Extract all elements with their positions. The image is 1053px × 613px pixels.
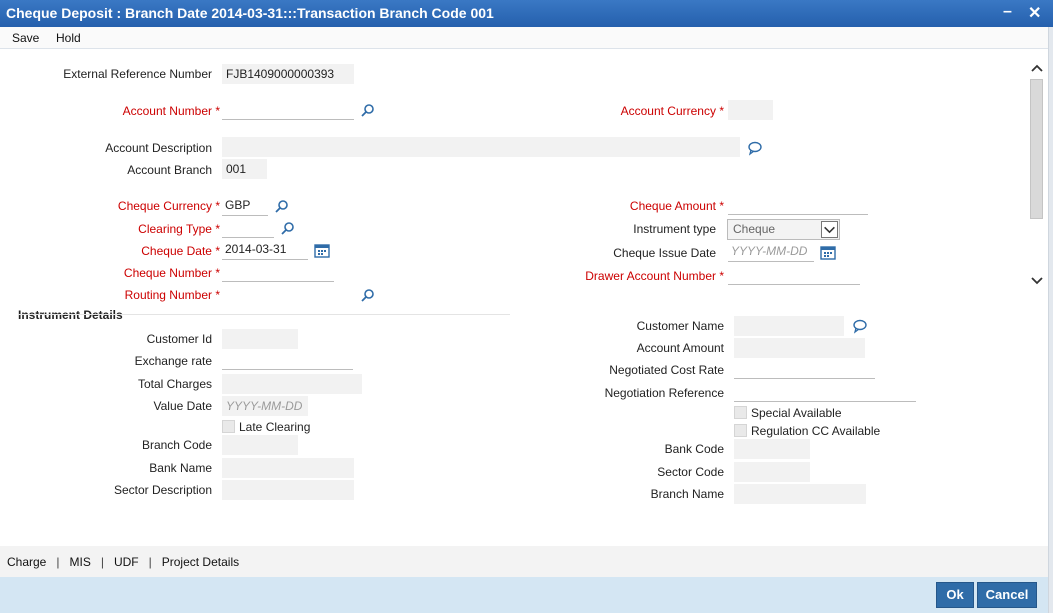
drawer-account-number-label: Drawer Account Number [585, 269, 724, 283]
customer-id-field[interactable] [222, 329, 298, 349]
late-clearing-label: Late Clearing [239, 420, 311, 434]
external-reference-number-field[interactable]: FJB1409000000393 [222, 64, 354, 84]
account-number-label: Account Number [123, 104, 220, 118]
minimize-button[interactable]: – [1003, 3, 1012, 21]
account-branch-field[interactable]: 001 [222, 159, 267, 179]
tab-separator: | [56, 555, 60, 569]
customer-name-comment-icon[interactable] [852, 318, 868, 334]
cheque-deposit-form: External Reference Number FJB14090000003… [0, 49, 1028, 546]
cheque-currency-search-icon[interactable] [274, 199, 290, 215]
bottom-tab-bar: Charge | MIS | UDF | Project Details [0, 546, 1048, 577]
total-charges-label: Total Charges [137, 377, 212, 391]
cheque-date-calendar-icon[interactable] [314, 243, 330, 259]
instrument-type-value: Cheque [733, 222, 776, 236]
instrument-type-select[interactable]: Cheque [727, 219, 840, 240]
total-charges-field[interactable] [222, 374, 362, 394]
chevron-up-icon[interactable] [1031, 63, 1043, 73]
cheque-number-field[interactable] [222, 262, 334, 282]
tab-mis[interactable]: MIS [69, 555, 90, 569]
value-date-label: Value Date [153, 399, 212, 413]
exchange-rate-field[interactable] [222, 350, 353, 370]
instrument-details-heading: Instrument Details [18, 308, 123, 322]
drawer-account-number-field[interactable] [728, 265, 860, 285]
cheque-amount-field[interactable] [728, 195, 868, 215]
cheque-currency-field[interactable]: GBP [222, 196, 268, 216]
branch-name-label: Branch Name [650, 487, 724, 501]
cheque-amount-label: Cheque Amount [630, 199, 724, 213]
routing-number-search-icon[interactable] [360, 288, 376, 304]
routing-number-label: Routing Number [125, 288, 220, 302]
clearing-type-search-icon[interactable] [280, 221, 296, 237]
sector-code-label: Sector Code [657, 465, 724, 479]
bank-name-field[interactable] [222, 458, 354, 478]
routing-number-field[interactable] [222, 284, 354, 304]
tab-project-details[interactable]: Project Details [162, 555, 239, 569]
vertical-scrollbar[interactable] [1028, 49, 1048, 299]
customer-name-field[interactable] [734, 316, 844, 336]
account-description-label: Account Description [105, 141, 212, 155]
chevron-down-icon [821, 221, 838, 238]
branch-code-label: Branch Code [141, 438, 212, 452]
external-reference-number-label: External Reference Number [63, 67, 212, 81]
customer-id-label: Customer Id [146, 332, 212, 346]
tab-separator: | [148, 555, 152, 569]
cancel-button[interactable]: Cancel [977, 582, 1037, 608]
negotiated-cost-rate-field[interactable] [734, 359, 875, 379]
account-description-comment-icon[interactable] [747, 140, 763, 156]
sector-description-label: Sector Description [113, 483, 212, 497]
clearing-type-field[interactable] [222, 218, 274, 238]
customer-name-label: Customer Name [636, 319, 724, 333]
account-amount-label: Account Amount [636, 341, 724, 355]
exchange-rate-label: Exchange rate [134, 354, 212, 368]
sector-description-field[interactable] [222, 480, 354, 500]
bank-code-field[interactable] [734, 439, 810, 459]
cheque-issue-date-label: Cheque Issue Date [613, 246, 716, 260]
cheque-issue-date-calendar-icon[interactable] [820, 245, 836, 261]
window-title-bar: Cheque Deposit : Branch Date 2014-03-31:… [0, 0, 1053, 27]
branch-name-field[interactable] [734, 484, 866, 504]
tab-charge[interactable]: Charge [7, 555, 46, 569]
section-divider [18, 314, 510, 315]
tab-separator: | [100, 555, 104, 569]
hold-menu-item[interactable]: Hold [56, 31, 81, 45]
account-currency-field[interactable] [728, 100, 773, 120]
cheque-date-field[interactable]: 2014-03-31 [222, 240, 308, 260]
scrollbar-thumb[interactable] [1030, 79, 1043, 219]
special-available-checkbox[interactable] [734, 406, 747, 419]
negotiation-reference-label: Negotiation Reference [604, 386, 724, 400]
window-right-border [1048, 27, 1053, 613]
menu-bar: Save Hold [0, 27, 1053, 49]
chevron-down-icon[interactable] [1031, 276, 1043, 286]
negotiated-cost-rate-label: Negotiated Cost Rate [609, 363, 724, 377]
late-clearing-checkbox[interactable] [222, 420, 235, 433]
account-currency-label: Account Currency [621, 104, 724, 118]
tab-udf[interactable]: UDF [114, 555, 139, 569]
account-number-field[interactable] [222, 100, 354, 120]
footer-bar: Ok Cancel [0, 577, 1048, 613]
save-menu-item[interactable]: Save [12, 31, 39, 45]
value-date-field[interactable]: YYYY-MM-DD [222, 396, 308, 416]
regulation-cc-available-checkbox[interactable] [734, 424, 747, 437]
special-available-label: Special Available [751, 406, 842, 420]
clearing-type-label: Clearing Type [138, 222, 220, 236]
cheque-number-label: Cheque Number [124, 266, 220, 280]
instrument-type-label: Instrument type [633, 222, 716, 236]
negotiation-reference-field[interactable] [734, 382, 916, 402]
branch-code-field[interactable] [222, 435, 298, 455]
account-number-search-icon[interactable] [360, 103, 376, 119]
account-branch-label: Account Branch [127, 163, 212, 177]
sector-code-field[interactable] [734, 462, 810, 482]
account-amount-field[interactable] [734, 338, 865, 358]
cheque-issue-date-field[interactable]: YYYY-MM-DD [728, 242, 814, 262]
window-title: Cheque Deposit : Branch Date 2014-03-31:… [6, 5, 494, 21]
account-description-field[interactable] [222, 137, 740, 157]
cheque-currency-label: Cheque Currency [118, 199, 220, 213]
cheque-date-label: Cheque Date [141, 244, 220, 258]
ok-button[interactable]: Ok [936, 582, 974, 608]
bank-name-label: Bank Name [149, 461, 212, 475]
bank-code-label: Bank Code [664, 442, 724, 456]
regulation-cc-available-label: Regulation CC Available [751, 424, 881, 438]
close-button[interactable]: ✕ [1028, 3, 1041, 23]
